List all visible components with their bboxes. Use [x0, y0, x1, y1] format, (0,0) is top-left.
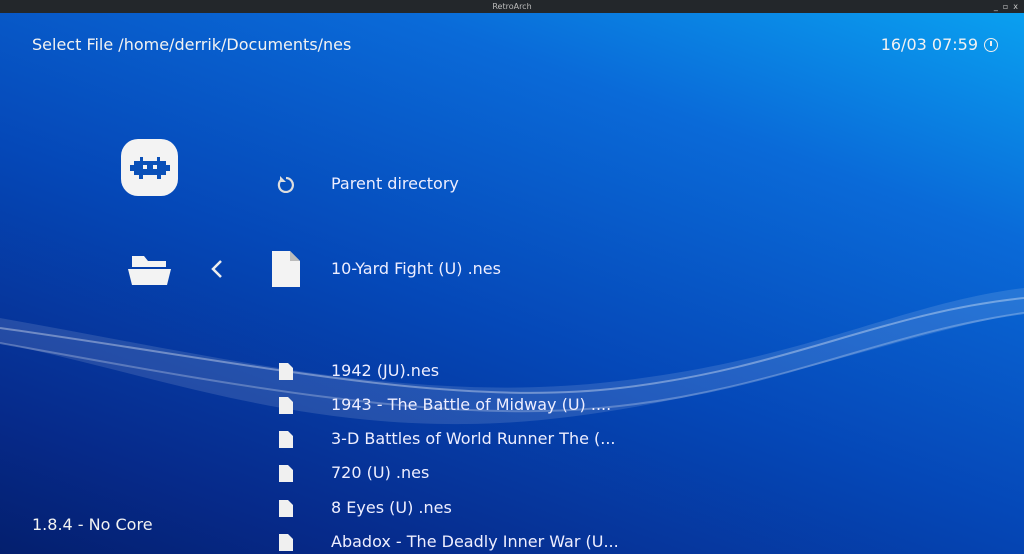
file-icon [279, 363, 293, 380]
refresh-icon [277, 175, 295, 193]
menu-screen: Select File /home/derrik/Documents/nes 1… [0, 13, 1024, 554]
file-list-item[interactable]: 3-D Battles of World Runner The (... [331, 429, 616, 448]
close-button[interactable]: x [1013, 2, 1018, 11]
file-icon [279, 431, 293, 448]
clock-icon [984, 38, 998, 52]
file-icon [271, 250, 301, 288]
minimize-button[interactable]: _ [994, 2, 998, 11]
clock: 16/03 07:59 [881, 35, 998, 54]
clock-text: 16/03 07:59 [881, 35, 978, 54]
file-icon [279, 465, 293, 482]
parent-directory-item[interactable]: Parent directory [331, 174, 459, 193]
version-label: 1.8.4 - No Core [32, 515, 153, 534]
window-titlebar: RetroArch _ ▫ x [0, 0, 1024, 13]
file-list-item[interactable]: 1942 (JU).nes [331, 361, 439, 380]
folder-icon[interactable] [128, 254, 171, 286]
selected-file-item[interactable]: 10-Yard Fight (U) .nes [331, 259, 501, 278]
maximize-button[interactable]: ▫ [1003, 2, 1008, 11]
file-list-item[interactable]: 1943 - The Battle of Midway (U) .... [331, 395, 611, 414]
file-icon [279, 500, 293, 517]
file-icon [279, 397, 293, 414]
chevron-left-icon[interactable] [210, 259, 224, 279]
retroarch-logo-icon[interactable] [121, 139, 178, 196]
file-list-item[interactable]: 8 Eyes (U) .nes [331, 498, 452, 517]
file-list-item[interactable]: Abadox - The Deadly Inner War (U... [331, 532, 619, 551]
page-title: Select File /home/derrik/Documents/nes [32, 35, 351, 54]
file-icon [279, 534, 293, 551]
window-title: RetroArch [492, 2, 531, 11]
file-list-item[interactable]: 720 (U) .nes [331, 463, 429, 482]
